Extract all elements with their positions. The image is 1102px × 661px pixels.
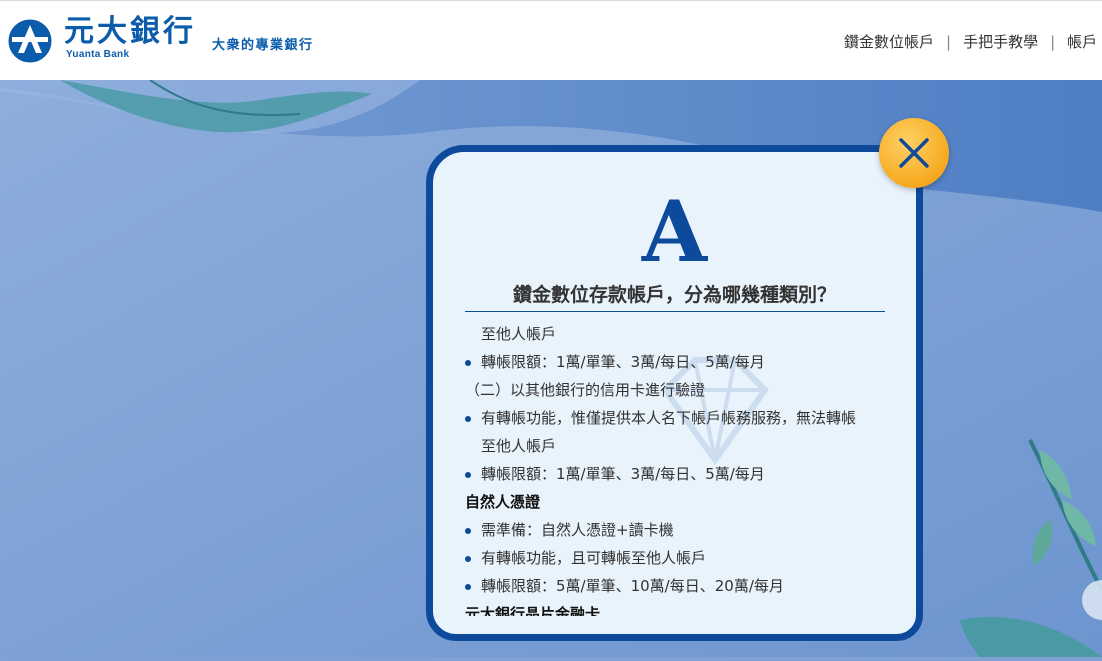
section-heading: 自然人憑證 (465, 493, 541, 511)
top-nav: 鑽金數位帳戶 | 手把手教學 | 帳戶 (844, 31, 1097, 52)
content-line: 至他人帳戶 (481, 437, 557, 455)
bullet-item: 有轉帳功能，且可轉帳至他人帳戶 (465, 544, 895, 572)
section-heading: 元大銀行晶片金融卡 (465, 605, 601, 616)
nav-item-account-more[interactable]: 帳戶 (1067, 33, 1097, 51)
modal-question-title: 鑽金數位存款帳戶，分為哪幾種類別？ (512, 284, 836, 306)
brand-english-name: Yuanta Bank (66, 49, 130, 60)
nav-separator: | (1050, 33, 1056, 51)
close-icon (899, 138, 929, 168)
content-line: （二）以其他銀行的信用卡進行驗證 (465, 381, 706, 399)
bullet-item: 轉帳限額：1萬/單筆、3萬/每日、5萬/每月 (465, 348, 895, 376)
bullet-item: 轉帳限額：5萬/單筆、10萬/每日、20萬/每月 (465, 572, 895, 600)
brand-slogan: 大衆的專業銀行 (212, 38, 314, 53)
faq-answer-modal: A 鑽金數位存款帳戶，分為哪幾種類別？ 至他人帳戶轉帳限額：1萬/單筆、3萬/每… (426, 145, 923, 641)
bullet-item: 有轉帳功能，惟僅提供本人名下帳戶帳務服務，無法轉帳 (465, 404, 895, 432)
answer-content[interactable]: 至他人帳戶 轉帳限額：1萬/單筆、3萬/每日、5萬/每月 （二）以其他銀行的信用卡進… (465, 320, 895, 616)
brand-name[interactable]: 元大銀行 (64, 15, 196, 49)
nav-item-tutorial[interactable]: 手把手教學 (963, 33, 1038, 51)
content-line: 至他人帳戶 (481, 325, 557, 343)
bullet-item: 轉帳限額：1萬/單筆、3萬/每日、5萬/每月 (465, 460, 895, 488)
bullet-item: 需準備：自然人憑證+讀卡機 (465, 516, 895, 544)
site-header: 元大銀行 Yuanta Bank 大衆的專業銀行 鑽金數位帳戶 | 手把手教學 | 帳戶 (0, 0, 1102, 80)
yuanta-logo-icon[interactable] (8, 19, 52, 63)
answer-letter: A (641, 182, 708, 281)
title-divider (465, 311, 885, 312)
close-modal-button[interactable] (879, 118, 949, 188)
nav-item-account[interactable]: 鑽金數位帳戶 (844, 33, 934, 51)
nav-separator: | (946, 33, 952, 51)
